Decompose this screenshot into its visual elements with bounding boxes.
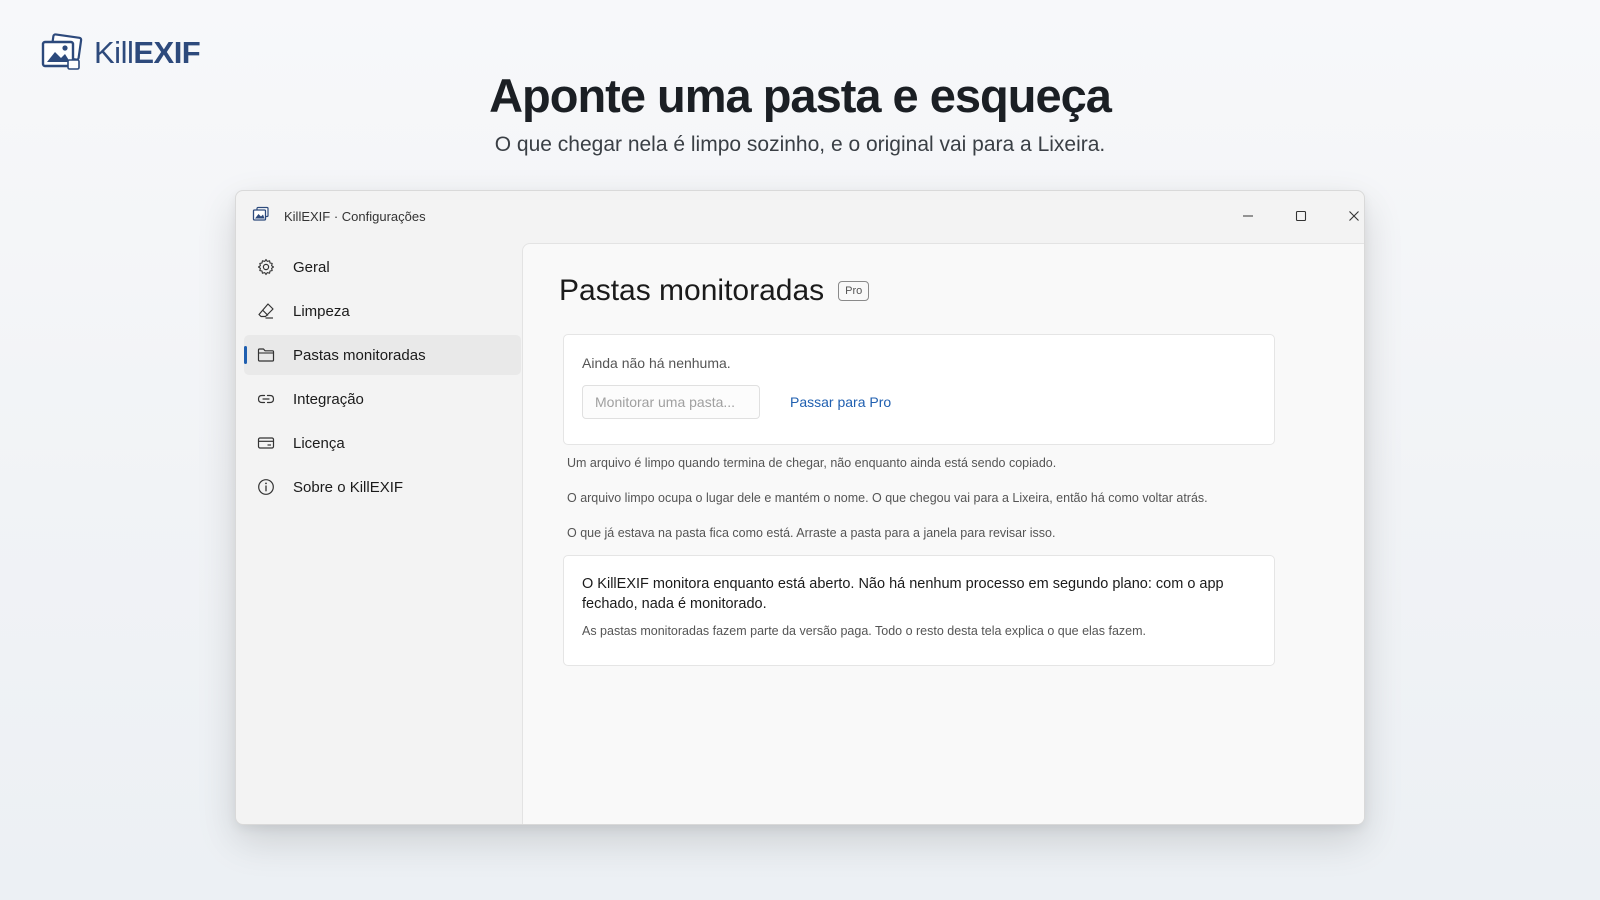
sidebar-item-pastas-monitoradas[interactable]: Pastas monitoradas	[244, 335, 521, 375]
monitor-folder-input[interactable]	[582, 385, 760, 419]
photos-stack-icon	[41, 33, 83, 70]
close-button[interactable]	[1336, 201, 1364, 231]
content-pane: Pastas monitoradas Pro Ainda não há nenh…	[522, 243, 1364, 824]
eraser-icon	[256, 301, 276, 321]
settings-sidebar: Geral Limpeza Pastas monitoradas Integra…	[236, 243, 521, 824]
page-title: Pastas monitoradas	[559, 274, 825, 307]
page-header: Pastas monitoradas Pro	[559, 274, 870, 308]
folder-icon	[256, 345, 276, 365]
card-icon	[256, 433, 276, 453]
gear-icon	[256, 257, 276, 277]
pro-badge: Pro	[838, 281, 870, 301]
monitoring-info-main-text: O KillEXIF monitora enquanto está aberto…	[582, 576, 1224, 612]
sidebar-item-label: Geral	[293, 258, 330, 276]
sidebar-item-label: Licença	[293, 434, 345, 452]
settings-window: KillEXIF · Configurações Geral Limpeza P…	[235, 190, 1365, 825]
brand-name-exif: EXIF	[133, 35, 201, 70]
info-note: O que já estava na pasta fica como está.…	[567, 526, 1056, 540]
link-icon	[256, 389, 276, 409]
maximize-icon	[1295, 210, 1307, 222]
app-icon	[252, 206, 269, 221]
window-title: KillEXIF · Configurações	[284, 209, 426, 224]
brand-name-kill: Kill	[94, 35, 134, 70]
sidebar-item-sobre[interactable]: Sobre o KillEXIF	[244, 467, 521, 507]
sidebar-item-label: Sobre o KillEXIF	[293, 478, 404, 496]
info-note: Um arquivo é limpo quando termina de che…	[567, 456, 1057, 470]
brand-name: KillEXIF	[94, 35, 201, 71]
brand-logo: KillEXIF	[40, 33, 201, 73]
info-icon	[256, 477, 276, 497]
monitoring-info-card: O KillEXIF monitora enquanto está aberto…	[563, 555, 1275, 666]
sidebar-item-label: Limpeza	[293, 302, 350, 320]
upgrade-pro-link[interactable]: Passar para Pro	[790, 394, 891, 410]
close-icon	[1349, 211, 1359, 221]
info-note: O arquivo limpo ocupa o lugar dele e man…	[567, 491, 1208, 505]
minimize-button[interactable]	[1230, 201, 1266, 231]
minimize-icon	[1243, 215, 1253, 217]
empty-state-text: Ainda não há nenhuma.	[582, 355, 731, 371]
sidebar-item-integracao[interactable]: Integração	[244, 379, 521, 419]
sidebar-item-label: Pastas monitoradas	[293, 346, 426, 364]
sidebar-item-licenca[interactable]: Licença	[244, 423, 521, 463]
title-bar: KillEXIF · Configurações	[236, 191, 1364, 243]
maximize-button[interactable]	[1283, 201, 1319, 231]
hero-subtitle: O que chegar nela é limpo sozinho, e o o…	[494, 133, 1106, 156]
monitoring-info-sub-text: As pastas monitoradas fazem parte da ver…	[582, 624, 1146, 638]
sidebar-item-label: Integração	[293, 390, 364, 408]
sidebar-item-limpeza[interactable]: Limpeza	[244, 291, 521, 331]
sidebar-item-geral[interactable]: Geral	[244, 247, 521, 287]
hero-title: Aponte uma pasta e esqueça	[489, 69, 1112, 122]
monitored-folders-card: Ainda não há nenhuma. Passar para Pro	[563, 334, 1275, 445]
